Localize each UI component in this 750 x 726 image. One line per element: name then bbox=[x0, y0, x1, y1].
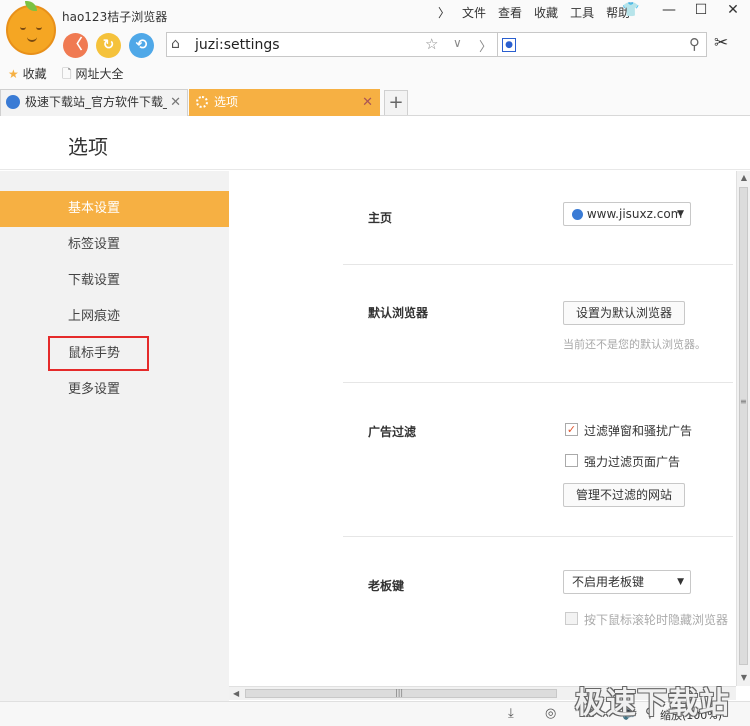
filter-popups-label[interactable]: 过滤弹窗和骚扰广告 bbox=[584, 422, 692, 439]
home-icon[interactable]: ⌂ bbox=[171, 36, 180, 52]
globe-icon bbox=[572, 209, 583, 220]
undo-button[interactable]: ⟲ bbox=[129, 33, 154, 58]
vertical-scrollbar[interactable]: ▲ ≡ ▼ bbox=[736, 171, 750, 686]
target-icon[interactable]: ◎ bbox=[545, 706, 556, 721]
gear-icon bbox=[196, 96, 208, 108]
website-directory-label: 网址大全 bbox=[75, 67, 124, 81]
chevron-down-icon[interactable]: ∨ bbox=[453, 36, 462, 50]
menu-favorites[interactable]: 收藏 bbox=[528, 4, 564, 21]
scroll-down-icon[interactable]: ▼ bbox=[737, 671, 750, 685]
homepage-value: www.jisuxz.com bbox=[586, 207, 683, 221]
sidebar-item-tabs[interactable]: 标签设置 bbox=[0, 227, 229, 263]
scroll-up-icon[interactable]: ▲ bbox=[737, 171, 750, 185]
filter-popups-checkbox[interactable]: ✓ bbox=[565, 423, 578, 436]
browser-chrome: hao123桔子浏览器 〉 文件 查看 收藏 工具 帮助 👕 — ☐ ✕ 〈 ↻… bbox=[0, 0, 750, 116]
boss-key-dropdown[interactable]: 不启用老板键 ▼ bbox=[563, 570, 691, 594]
tab-bar: 极速下载站_官方软件下载_绿 ✕ 选项 ✕ + bbox=[0, 89, 750, 116]
strong-filter-checkbox[interactable] bbox=[565, 454, 578, 467]
grip-icon: ≡ bbox=[740, 397, 747, 406]
divider bbox=[343, 382, 733, 383]
strong-filter-label[interactable]: 强力过滤页面广告 bbox=[584, 453, 680, 470]
hide-on-wheel-label[interactable]: 按下鼠标滚轮时隐藏浏览器 bbox=[584, 611, 728, 628]
ad-filter-label: 广告过滤 bbox=[368, 425, 417, 439]
set-default-browser-button[interactable]: 设置为默认浏览器 bbox=[563, 301, 686, 325]
default-browser-label: 默认浏览器 bbox=[368, 306, 429, 320]
tab-jisuxz[interactable]: 极速下载站_官方软件下载_绿 ✕ bbox=[0, 89, 188, 116]
page-icon: 🗋 bbox=[62, 67, 72, 81]
search-input[interactable]: ● ⚲ bbox=[498, 32, 707, 57]
menu-view[interactable]: 查看 bbox=[492, 4, 528, 21]
download-icon[interactable]: ⤓ bbox=[508, 706, 514, 721]
baidu-paw-icon[interactable]: ● bbox=[502, 38, 516, 52]
highlight-box bbox=[48, 336, 149, 371]
favorites-link[interactable]: ★ 收藏 bbox=[8, 65, 47, 82]
search-icon[interactable]: ⚲ bbox=[689, 35, 700, 53]
refresh-button[interactable]: ↻ bbox=[96, 33, 121, 58]
scroll-thumb[interactable] bbox=[739, 187, 748, 665]
menu-bar: 〉 文件 查看 收藏 工具 帮助 bbox=[432, 4, 636, 21]
sidebar-item-basic[interactable]: 基本设置 bbox=[0, 191, 229, 227]
new-tab-button[interactable]: + bbox=[384, 90, 408, 115]
boss-key-label: 老板键 bbox=[368, 579, 405, 593]
close-tab-icon[interactable]: ✕ bbox=[170, 90, 181, 115]
hgrip-icon: ||| bbox=[395, 688, 404, 697]
favorites-label: 收藏 bbox=[22, 67, 47, 81]
homepage-label: 主页 bbox=[368, 211, 393, 225]
orange-logo-icon bbox=[6, 1, 56, 55]
menu-tools[interactable]: 工具 bbox=[564, 4, 600, 21]
close-tab-icon[interactable]: ✕ bbox=[362, 90, 373, 115]
address-url[interactable]: juzi:settings bbox=[195, 37, 280, 53]
star-icon: ★ bbox=[8, 67, 19, 81]
skin-icon[interactable]: 👕 bbox=[618, 2, 644, 18]
sidebar-item-downloads[interactable]: 下载设置 bbox=[0, 263, 229, 299]
settings-sidebar: 基本设置 标签设置 下载设置 上网痕迹 鼠标手势 更多设置 bbox=[0, 171, 229, 701]
website-directory-link[interactable]: 🗋 网址大全 bbox=[62, 65, 124, 86]
menu-file[interactable]: 文件 bbox=[456, 4, 492, 21]
scroll-left-icon[interactable]: ◀ bbox=[233, 687, 239, 701]
minimize-button[interactable]: — bbox=[656, 2, 682, 18]
boss-key-value: 不启用老板键 bbox=[572, 575, 645, 589]
divider bbox=[343, 536, 733, 537]
default-browser-hint: 当前还不是您的默认浏览器。 bbox=[563, 338, 706, 351]
sidebar-item-history[interactable]: 上网痕迹 bbox=[0, 299, 229, 335]
chevron-down-icon: ▼ bbox=[677, 209, 684, 219]
page-title: 选项 bbox=[68, 135, 108, 159]
forward-icon[interactable]: 〉 bbox=[479, 36, 492, 55]
tab-label: 极速下载站_官方软件下载_绿 bbox=[25, 95, 167, 109]
watermark: 极速下载站 bbox=[575, 686, 730, 721]
sidebar-item-more[interactable]: 更多设置 bbox=[0, 372, 229, 408]
address-bar[interactable]: ⌂ juzi:settings ☆ ∨ 〉 bbox=[166, 32, 498, 57]
chevron-down-icon: ▼ bbox=[677, 577, 684, 587]
divider bbox=[343, 264, 733, 265]
app-title: hao123桔子浏览器 bbox=[62, 10, 168, 24]
back-button[interactable]: 〈 bbox=[63, 33, 88, 58]
globe-icon bbox=[6, 95, 20, 109]
page-header bbox=[0, 117, 750, 170]
tab-label: 选项 bbox=[214, 95, 239, 109]
menu-chevron-icon[interactable]: 〉 bbox=[432, 4, 456, 21]
tab-settings[interactable]: 选项 ✕ bbox=[189, 89, 380, 116]
homepage-dropdown[interactable]: www.jisuxz.com ▼ bbox=[563, 202, 691, 226]
maximize-button[interactable]: ☐ bbox=[688, 2, 714, 18]
hide-on-wheel-checkbox[interactable] bbox=[565, 612, 578, 625]
scissors-icon[interactable]: ✂ bbox=[714, 33, 728, 53]
close-window-button[interactable]: ✕ bbox=[720, 2, 746, 18]
star-icon[interactable]: ☆ bbox=[425, 35, 438, 53]
settings-panel: 主页 www.jisuxz.com ▼ 默认浏览器 设置为默认浏览器 当前还不是… bbox=[229, 171, 736, 686]
manage-whitelist-button[interactable]: 管理不过滤的网站 bbox=[563, 483, 686, 507]
